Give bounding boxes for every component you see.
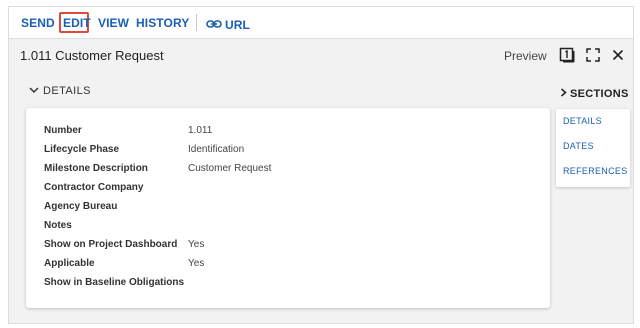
field-label: Milestone Description: [44, 163, 148, 174]
details-section-toggle[interactable]: DETAILS: [29, 85, 91, 98]
section-link-references[interactable]: REFERENCES: [563, 166, 628, 177]
close-icon[interactable]: [610, 47, 626, 63]
history-button[interactable]: HISTORY: [136, 16, 189, 30]
record-panel: SEND EDIT VIEW HISTORY URL 1.011 Custome…: [8, 6, 634, 324]
field-label: Notes: [44, 220, 72, 231]
toolbar: SEND EDIT VIEW HISTORY URL: [9, 7, 633, 39]
section-link-details[interactable]: DETAILS: [563, 116, 602, 127]
record-header: 1.011 Customer Request Preview: [9, 39, 633, 69]
expand-icon[interactable]: [585, 47, 601, 63]
chevron-right-icon: [560, 88, 567, 101]
toolbar-divider: [196, 14, 197, 31]
sections-nav: DETAILS DATES REFERENCES: [556, 109, 630, 187]
link-icon: [206, 16, 222, 34]
field-label: Number: [44, 125, 82, 136]
field-label: Agency Bureau: [44, 201, 118, 212]
details-card: Number 1.011 Lifecycle Phase Identificat…: [26, 108, 550, 308]
field-label: Show on Project Dashboard: [44, 239, 178, 250]
preview-label: Preview: [504, 49, 547, 63]
page-title: 1.011 Customer Request: [20, 48, 164, 63]
section-link-dates[interactable]: DATES: [563, 141, 594, 152]
details-toggle-label: DETAILS: [43, 85, 91, 97]
send-button[interactable]: SEND: [21, 16, 55, 30]
view-button[interactable]: VIEW: [98, 16, 129, 30]
chevron-down-icon: [29, 85, 39, 98]
field-label: Contractor Company: [44, 182, 144, 193]
field-value: Customer Request: [188, 163, 272, 174]
url-label: URL: [225, 18, 250, 32]
field-value: Yes: [188, 239, 205, 250]
url-button[interactable]: URL: [206, 16, 250, 34]
field-value: Identification: [188, 144, 245, 155]
preview-one-icon[interactable]: [559, 47, 575, 63]
edit-button[interactable]: EDIT: [63, 16, 91, 30]
field-value: Yes: [188, 258, 205, 269]
field-value: 1.011: [188, 125, 213, 136]
field-label: Show in Baseline Obligations: [44, 277, 185, 288]
field-label: Applicable: [44, 258, 95, 269]
field-label: Lifecycle Phase: [44, 144, 120, 155]
sections-toggle[interactable]: SECTIONS: [560, 88, 629, 101]
sections-title-label: SECTIONS: [570, 88, 629, 100]
